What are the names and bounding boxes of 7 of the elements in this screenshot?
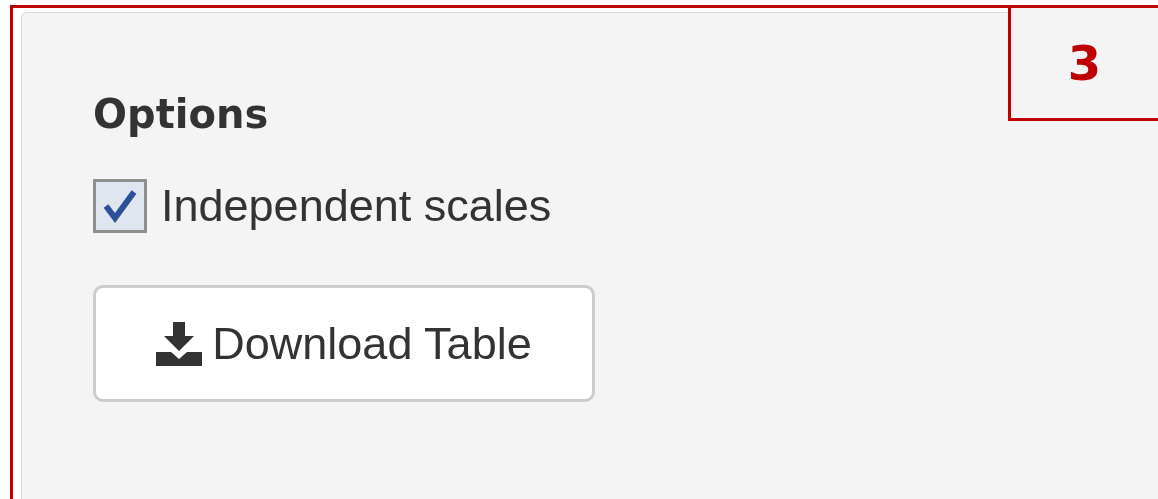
download-icon [156,321,203,366]
callout-number: 3 [1067,35,1102,91]
download-button[interactable]: Download Table [93,285,595,402]
checkmark-icon [102,188,138,224]
checkbox[interactable] [93,179,147,233]
panel-title: Options [93,91,269,137]
checkbox-label: Independent scales [161,180,552,232]
